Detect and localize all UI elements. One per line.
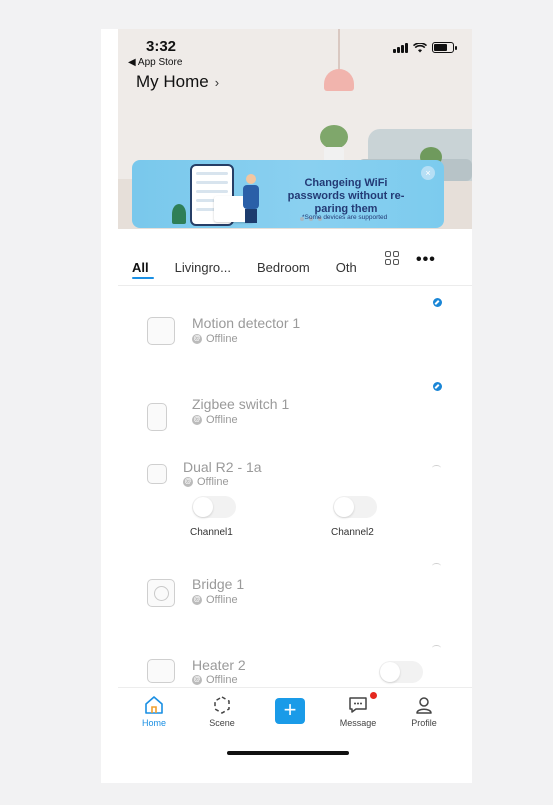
wifi-signal-icon bbox=[432, 645, 441, 651]
tabs-divider bbox=[118, 285, 472, 286]
back-to-app-store-link[interactable]: ◀ App Store bbox=[128, 57, 182, 68]
device-status: @ Offline bbox=[183, 476, 229, 488]
offline-icon: @ bbox=[192, 595, 202, 605]
nav-scene-label: Scene bbox=[209, 718, 235, 728]
nav-scene[interactable]: Scene bbox=[198, 694, 246, 728]
device-status-text: Offline bbox=[206, 414, 238, 426]
nav-message[interactable]: Message bbox=[334, 692, 382, 728]
offline-icon: @ bbox=[192, 415, 202, 425]
device-card-motion-detector[interactable]: Motion detector 1 @ Offline bbox=[132, 298, 444, 361]
active-tab-indicator bbox=[132, 277, 154, 279]
phone-screen: 3:32 ◀ App Store My Home › Changeing WiF… bbox=[101, 29, 472, 783]
notification-dot bbox=[370, 692, 377, 699]
edit-badge-icon[interactable] bbox=[433, 298, 442, 307]
clock: 3:32 bbox=[146, 38, 177, 55]
grid-view-icon[interactable] bbox=[385, 251, 399, 265]
home-selector[interactable]: My Home › bbox=[136, 72, 219, 92]
device-status-text: Offline bbox=[206, 333, 238, 345]
channel1-label: Channel1 bbox=[190, 527, 233, 538]
device-status-text: Offline bbox=[206, 674, 238, 686]
signal-icon bbox=[393, 42, 408, 53]
nav-message-label: Message bbox=[339, 718, 377, 728]
battery-icon bbox=[432, 42, 457, 53]
wifi-signal-icon bbox=[432, 563, 441, 569]
tab-all[interactable]: All bbox=[132, 260, 149, 275]
person-illustration-icon bbox=[242, 174, 260, 224]
room-tabs: All Livingro... Bedroom Oth bbox=[132, 252, 452, 282]
bottom-navigation: Home Scene + Message Profile bbox=[118, 687, 472, 733]
profile-icon bbox=[416, 697, 432, 714]
offline-icon: @ bbox=[192, 675, 202, 685]
nav-profile[interactable]: Profile bbox=[400, 694, 448, 728]
nav-home-label: Home bbox=[141, 718, 166, 728]
device-card-bridge[interactable]: Bridge 1 @ Offline bbox=[132, 563, 444, 625]
message-icon bbox=[349, 697, 367, 713]
banner-note: *Some devices are supported bbox=[302, 214, 388, 221]
device-card-zigbee-switch[interactable]: Zigbee switch 1 @ Offline bbox=[132, 382, 444, 443]
device-status: @ Offline bbox=[192, 333, 238, 345]
channel2-label: Channel2 bbox=[331, 527, 374, 538]
nav-profile-label: Profile bbox=[411, 718, 437, 728]
nav-home[interactable]: Home bbox=[130, 694, 178, 728]
home-indicator bbox=[227, 751, 349, 755]
device-name: Motion detector 1 bbox=[192, 315, 301, 331]
tab-livingroom[interactable]: Livingro... bbox=[175, 260, 231, 275]
more-icon[interactable]: ••• bbox=[416, 251, 436, 269]
add-device-button[interactable]: + bbox=[275, 698, 305, 724]
plant-icon bbox=[320, 125, 348, 149]
device-status-text: Offline bbox=[206, 594, 238, 606]
edit-badge-icon[interactable] bbox=[433, 382, 442, 391]
heater-icon bbox=[147, 659, 175, 683]
device-name: Dual R2 - 1a bbox=[183, 459, 262, 475]
channel2-toggle[interactable] bbox=[333, 496, 377, 518]
offline-icon: @ bbox=[192, 334, 202, 344]
tab-other[interactable]: Oth bbox=[336, 260, 357, 275]
motion-sensor-icon bbox=[147, 317, 175, 345]
home-title: My Home bbox=[136, 72, 209, 91]
scene-icon bbox=[214, 696, 230, 714]
offline-icon: @ bbox=[183, 477, 193, 487]
device-name: Heater 2 bbox=[192, 657, 246, 673]
dual-switch-icon bbox=[147, 464, 167, 484]
chevron-right-icon: › bbox=[214, 74, 220, 90]
device-card-dual-r2[interactable]: Dual R2 - 1a @ Offline Channel1 Channel2 bbox=[132, 459, 444, 569]
device-status-text: Offline bbox=[197, 476, 229, 488]
device-name: Bridge 1 bbox=[192, 576, 245, 592]
plant-icon bbox=[172, 204, 186, 224]
channel1-toggle[interactable] bbox=[192, 496, 236, 518]
home-icon bbox=[145, 696, 163, 714]
device-status: @ Offline bbox=[192, 594, 238, 606]
device-name: Zigbee switch 1 bbox=[192, 396, 290, 412]
wifi-signal-icon bbox=[432, 465, 441, 471]
wifi-icon bbox=[413, 42, 427, 52]
device-status: @ Offline bbox=[192, 674, 238, 686]
banner-headline: Changeing WiFi passwords without re-pari… bbox=[287, 177, 405, 215]
promo-banner[interactable]: Changeing WiFi passwords without re-pari… bbox=[132, 160, 444, 228]
device-card-heater[interactable]: Heater 2 @ Offline bbox=[132, 645, 444, 690]
zigbee-switch-icon bbox=[147, 403, 167, 431]
close-icon[interactable]: × bbox=[421, 166, 435, 180]
heater-toggle[interactable] bbox=[379, 661, 423, 683]
system-icons bbox=[393, 42, 457, 53]
tab-bedroom[interactable]: Bedroom bbox=[257, 260, 310, 275]
bridge-icon bbox=[147, 579, 175, 607]
device-status: @ Offline bbox=[192, 414, 238, 426]
